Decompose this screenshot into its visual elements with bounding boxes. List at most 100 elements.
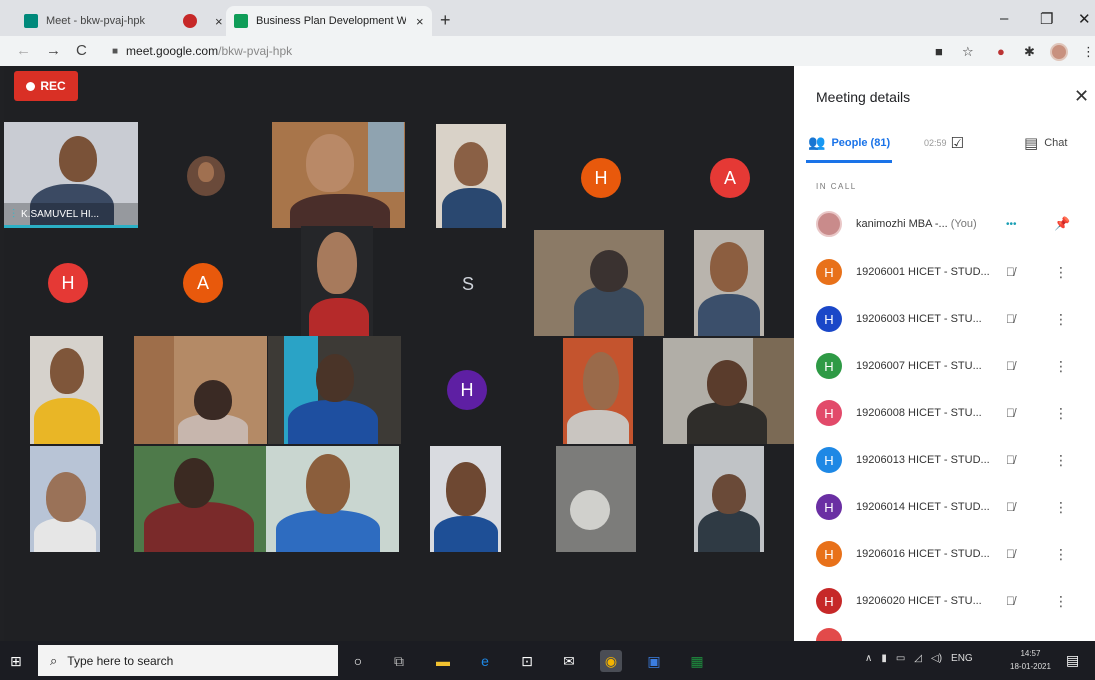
video-tile[interactable] (694, 446, 764, 552)
windows-start-icon[interactable]: ⊞ (10, 653, 22, 670)
tab-people[interactable]: 👥 People (81) (808, 134, 890, 151)
search-placeholder: Type here to search (67, 653, 174, 668)
more-options-icon[interactable]: ⋮ (1054, 546, 1068, 563)
participant-row[interactable]: H 19206020 HICET - STU... 🎙̸ ⋮ (794, 581, 1095, 621)
close-panel-button[interactable]: ✕ (1074, 86, 1089, 107)
video-tile[interactable] (430, 446, 501, 552)
browser-tab-business-plan[interactable]: Business Plan Development Wo × (226, 6, 432, 36)
video-tile[interactable] (268, 336, 401, 444)
participant-avatar[interactable]: H (447, 370, 487, 410)
video-tile[interactable] (534, 230, 664, 336)
participant-row[interactable]: H 19206013 HICET - STUD... 🎙̸ ⋮ (794, 440, 1095, 480)
participant-row[interactable]: H 19206001 HICET - STUD... 🎙̸ ⋮ (794, 252, 1095, 292)
participant-row-partial[interactable] (794, 628, 1095, 641)
video-tile[interactable] (663, 338, 794, 444)
more-options-icon[interactable]: ⋮ (1054, 405, 1068, 422)
video-tile[interactable] (30, 446, 100, 552)
more-options-icon[interactable]: ⋮ (1054, 311, 1068, 328)
video-tile[interactable] (272, 122, 405, 228)
participant-row[interactable]: H 19206014 HICET - STUD... 🎙̸ ⋮ (794, 487, 1095, 527)
url-path: /bkw-pvaj-hpk (218, 44, 293, 58)
cortana-icon[interactable]: ○ (347, 650, 369, 672)
video-tile[interactable] (266, 446, 399, 552)
pin-icon[interactable]: 📌 (1054, 216, 1070, 232)
participant-row[interactable]: H 19206007 HICET - STU... 🎙̸ ⋮ (794, 346, 1095, 386)
reload-button[interactable]: C (76, 42, 87, 59)
mic-off-icon: 🎙̸ (1006, 265, 1015, 279)
participant-row[interactable]: H 19206008 HICET - STU... 🎙̸ ⋮ (794, 393, 1095, 433)
video-tile-avatar-photo[interactable] (187, 156, 225, 196)
edge-icon[interactable]: e (474, 650, 496, 672)
forward-button[interactable]: → (46, 42, 61, 59)
video-tile[interactable] (301, 226, 373, 338)
extension-icon[interactable]: ● (997, 44, 1005, 59)
tab-close-icon[interactable]: × (416, 14, 424, 29)
taskbar-search-box[interactable]: ⌕ Type here to search (38, 645, 338, 676)
participant-name: 19206014 HICET - STUD... (856, 501, 990, 513)
video-tile[interactable] (694, 230, 764, 336)
network-icon[interactable]: ◿ (914, 653, 922, 664)
bookmark-star-icon[interactable]: ☆ (962, 44, 974, 60)
tab-chat[interactable]: ▤ Chat (1024, 134, 1067, 152)
participant-row[interactable]: H 19206016 HICET - STUD... 🎙̸ ⋮ (794, 534, 1095, 574)
avatar: H (816, 306, 842, 332)
usb-icon[interactable]: ▮ (881, 653, 887, 664)
participant-name: 19206001 HICET - STUD... (856, 266, 990, 278)
camera-icon[interactable]: ■ (935, 44, 943, 59)
video-tile[interactable] (563, 338, 633, 444)
participant-avatar[interactable]: A (183, 263, 223, 303)
close-window-button[interactable]: ✕ (1078, 10, 1091, 28)
file-explorer-icon[interactable]: ▬ (432, 650, 454, 672)
profile-avatar[interactable] (1050, 43, 1068, 61)
minimize-button[interactable]: – (1000, 10, 1008, 27)
maximize-button[interactable]: ❐ (1040, 10, 1053, 28)
avatar: H (816, 447, 842, 473)
video-tile[interactable] (134, 446, 267, 552)
task-view-icon[interactable]: ⧉ (388, 650, 410, 672)
notifications-icon[interactable]: ▤ (1066, 652, 1079, 669)
browser-tab-2[interactable]: × (175, 6, 225, 36)
battery-icon[interactable]: ▭ (896, 653, 905, 664)
participant-avatar[interactable]: H (581, 158, 621, 198)
audio-level-icon: ••• (1006, 218, 1017, 230)
language-indicator[interactable]: ENG (951, 653, 973, 664)
video-tile[interactable] (30, 336, 103, 444)
participant-name: 19206007 HICET - STU... (856, 360, 982, 372)
video-tile[interactable] (436, 124, 506, 228)
more-options-icon[interactable]: ⋮ (1054, 452, 1068, 469)
extensions-puzzle-icon[interactable]: ✱ (1024, 44, 1035, 60)
url-field[interactable]: ■ meet.google.com /bkw-pvaj-hpk (112, 41, 292, 61)
mail-icon[interactable]: ✉ (558, 650, 580, 672)
avatar: H (816, 259, 842, 285)
app-icon[interactable]: ▣ (643, 650, 665, 672)
participant-avatar[interactable]: A (710, 158, 750, 198)
mic-off-icon: 🎙̸ (1006, 500, 1015, 514)
chevron-up-icon[interactable]: ∧ (865, 653, 872, 664)
taskbar-clock[interactable]: 14:57 18-01-2021 (1010, 647, 1051, 673)
more-options-icon[interactable]: ⋮ (1054, 593, 1068, 610)
browser-menu-icon[interactable]: ⋮ (1082, 44, 1095, 60)
chrome-icon[interactable]: ◉ (600, 650, 622, 672)
more-options-icon[interactable]: ⋮ (1054, 499, 1068, 516)
video-tile-active-speaker[interactable]: ⫶ K.SAMUVEL HI... (4, 122, 138, 228)
more-options-icon[interactable]: ⋮ (1054, 358, 1068, 375)
avatar: H (816, 588, 842, 614)
participant-avatar[interactable]: H (48, 263, 88, 303)
browser-tab-meet[interactable]: Meet - bkw-pvaj-hpk (16, 6, 168, 36)
store-icon[interactable]: ⊡ (516, 650, 538, 672)
participant-row[interactable]: H 19206003 HICET - STU... 🎙̸ ⋮ (794, 299, 1095, 339)
tab-close-icon[interactable]: × (215, 14, 223, 29)
avatar: H (816, 494, 842, 520)
tab-activities[interactable]: 02:59 ☑ (924, 134, 964, 152)
volume-icon[interactable]: ◁) (931, 653, 942, 664)
participant-initial[interactable]: S (462, 274, 474, 295)
new-tab-button[interactable]: + (440, 10, 451, 31)
system-tray: ∧ ▮ ▭ ◿ ◁) ENG (865, 653, 973, 664)
video-tile[interactable] (134, 336, 267, 444)
excel-icon[interactable]: ▦ (686, 650, 708, 672)
participant-row-self[interactable]: kanimozhi MBA -... (You) ••• 📌 (794, 204, 1095, 244)
more-options-icon[interactable]: ⋮ (1054, 264, 1068, 281)
back-button[interactable]: ← (16, 42, 31, 59)
video-tile[interactable] (556, 446, 636, 552)
lock-icon: ■ (112, 45, 119, 57)
